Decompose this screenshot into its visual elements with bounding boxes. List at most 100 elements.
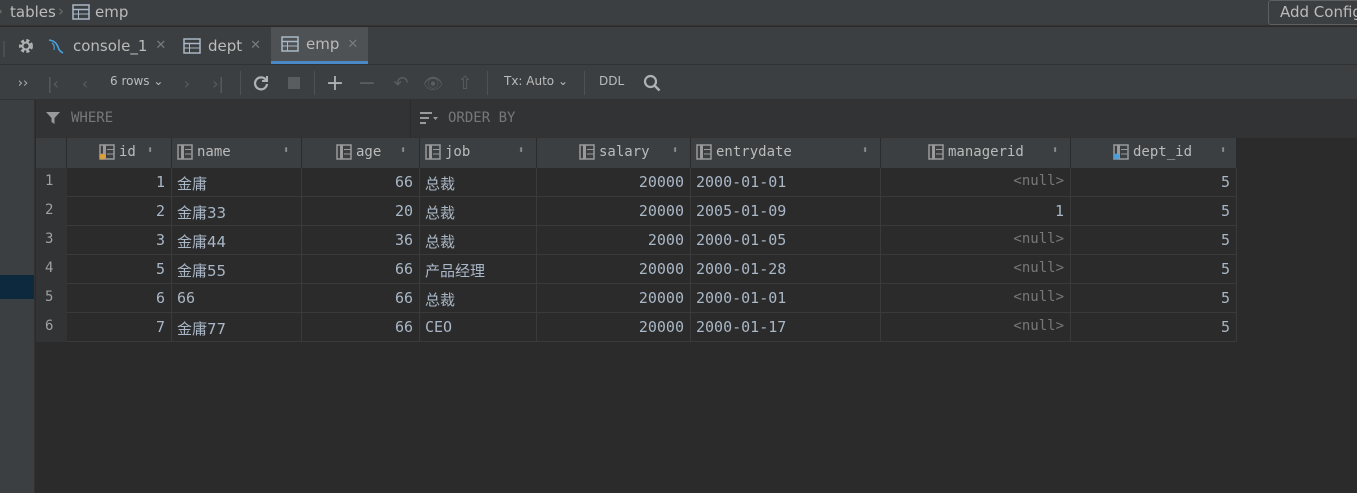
column-header-job[interactable]: job ⬍ [420, 138, 537, 168]
column-header-id[interactable]: id ⬍ [67, 138, 172, 168]
sort-arrows-icon[interactable]: ⬍ [283, 145, 289, 156]
row-number[interactable]: 5 [36, 284, 67, 313]
preview-changes-icon[interactable]: 👁 [423, 73, 443, 93]
cell-age[interactable]: 66 [302, 255, 420, 284]
grid-corner[interactable] [36, 138, 67, 168]
expand-toolbar-icon[interactable]: ›› [16, 73, 30, 93]
cell-salary[interactable]: 20000 [537, 284, 691, 313]
cell-name[interactable]: 金庸 [172, 168, 302, 197]
next-page-icon[interactable]: › [178, 73, 196, 93]
cell-name[interactable]: 金庸77 [172, 313, 302, 342]
cell-job[interactable]: 总裁 [420, 284, 537, 313]
cell-dept_id[interactable]: 5 [1071, 226, 1237, 255]
sort-arrows-icon[interactable]: ⬍ [862, 145, 868, 156]
revert-icon[interactable]: ↶ [391, 73, 411, 94]
cell-name[interactable]: 金庸33 [172, 197, 302, 226]
cell-dept_id[interactable]: 5 [1071, 197, 1237, 226]
column-header-dept_id[interactable]: dept_id ⬍ [1071, 138, 1237, 168]
search-icon[interactable] [641, 73, 663, 93]
column-header-entrydate[interactable]: entrydate ⬍ [691, 138, 881, 168]
previous-page-icon[interactable]: ‹ [76, 73, 94, 93]
sort-arrows-icon[interactable]: ⬍ [672, 145, 678, 156]
row-number[interactable]: 3 [36, 226, 67, 255]
cell-id[interactable]: 2 [67, 197, 172, 226]
cell-entrydate[interactable]: 2000-01-05 [691, 226, 881, 255]
cell-salary[interactable]: 20000 [537, 197, 691, 226]
cell-salary[interactable]: 20000 [537, 255, 691, 284]
last-page-icon[interactable]: ›| [208, 73, 228, 93]
submit-icon[interactable]: ⇧ [455, 73, 475, 94]
cell-salary[interactable]: 20000 [537, 168, 691, 197]
add-configuration-button[interactable]: Add Configuration... [1268, 0, 1357, 25]
tab-console_1[interactable]: console_1 ✕ [46, 27, 170, 64]
cell-salary[interactable]: 20000 [537, 313, 691, 342]
cell-id[interactable]: 6 [67, 284, 172, 313]
cell-managerid[interactable]: <null> [881, 226, 1071, 255]
column-header-salary[interactable]: salary ⬍ [537, 138, 691, 168]
column-header-age[interactable]: age ⬍ [302, 138, 420, 168]
tab-emp[interactable]: emp ✕ [271, 27, 369, 64]
cell-job[interactable]: 总裁 [420, 168, 537, 197]
cell-entrydate[interactable]: 2005-01-09 [691, 197, 881, 226]
cell-job[interactable]: 总裁 [420, 226, 537, 255]
cell-age[interactable]: 66 [302, 168, 420, 197]
cell-entrydate[interactable]: 2000-01-01 [691, 284, 881, 313]
cell-dept_id[interactable]: 5 [1071, 255, 1237, 284]
order-by-filter[interactable]: ORDER BY [419, 110, 515, 126]
cell-salary[interactable]: 2000 [537, 226, 691, 255]
cell-dept_id[interactable]: 5 [1071, 313, 1237, 342]
sort-arrows-icon[interactable]: ⬍ [400, 145, 406, 156]
cell-name[interactable]: 金庸55 [172, 255, 302, 284]
first-page-icon[interactable]: |‹ [44, 73, 62, 93]
cell-age[interactable]: 36 [302, 226, 420, 255]
cell-job[interactable]: CEO [420, 313, 537, 342]
sort-arrows-icon[interactable]: ⬍ [1052, 145, 1058, 156]
settings-tab-button[interactable] [17, 27, 42, 64]
close-icon[interactable]: ✕ [347, 37, 358, 52]
cell-id[interactable]: 7 [67, 313, 172, 342]
cell-job[interactable]: 总裁 [420, 197, 537, 226]
cell-managerid[interactable]: <null> [881, 168, 1071, 197]
cell-name[interactable]: 66 [172, 284, 302, 313]
column-header-managerid[interactable]: managerid ⬍ [881, 138, 1071, 168]
cell-entrydate[interactable]: 2000-01-17 [691, 313, 881, 342]
ddl-button[interactable]: DDL [599, 74, 624, 88]
cell-managerid[interactable]: <null> [881, 313, 1071, 342]
row-number[interactable]: 6 [36, 313, 67, 342]
cell-age[interactable]: 66 [302, 284, 420, 313]
cell-managerid[interactable]: 1 [881, 197, 1071, 226]
cell-managerid[interactable]: <null> [881, 284, 1071, 313]
cell-name[interactable]: 金庸44 [172, 226, 302, 255]
close-icon[interactable]: ✕ [155, 38, 166, 53]
cell-entrydate[interactable]: 2000-01-01 [691, 168, 881, 197]
transaction-mode-dropdown[interactable]: Tx: Auto ⌄ [504, 74, 568, 88]
cell-managerid[interactable]: <null> [881, 255, 1071, 284]
where-filter[interactable]: WHERE [45, 110, 113, 126]
cell-id[interactable]: 3 [67, 226, 172, 255]
cell-age[interactable]: 20 [302, 197, 420, 226]
close-icon[interactable]: ✕ [250, 38, 261, 53]
row-count-dropdown[interactable]: 6 rows ⌄ [110, 74, 163, 88]
row-number[interactable]: 4 [36, 255, 67, 284]
column-header-name[interactable]: name ⬍ [172, 138, 302, 168]
row-number[interactable]: 1 [36, 168, 67, 197]
cell-age[interactable]: 66 [302, 313, 420, 342]
delete-row-icon[interactable]: − [357, 71, 377, 96]
breadcrumb-emp[interactable]: emp [72, 3, 128, 21]
cell-job[interactable]: 产品经理 [420, 255, 537, 284]
stop-icon[interactable] [285, 73, 303, 93]
sort-arrows-icon[interactable]: ⬍ [518, 145, 524, 156]
sort-arrows-icon[interactable]: ⬍ [1220, 145, 1226, 156]
cell-entrydate[interactable]: 2000-01-28 [691, 255, 881, 284]
cell-id[interactable]: 1 [67, 168, 172, 197]
row-number[interactable]: 2 [36, 197, 67, 226]
tab-dept[interactable]: dept ✕ [183, 27, 261, 64]
refresh-icon[interactable] [251, 73, 271, 93]
table-icon [72, 4, 90, 20]
cell-dept_id[interactable]: 5 [1071, 284, 1237, 313]
cell-id[interactable]: 5 [67, 255, 172, 284]
cell-dept_id[interactable]: 5 [1071, 168, 1237, 197]
breadcrumb-tables[interactable]: tables [10, 3, 56, 21]
add-row-icon[interactable]: + [325, 71, 345, 96]
sort-arrows-icon[interactable]: ⬍ [147, 145, 153, 156]
